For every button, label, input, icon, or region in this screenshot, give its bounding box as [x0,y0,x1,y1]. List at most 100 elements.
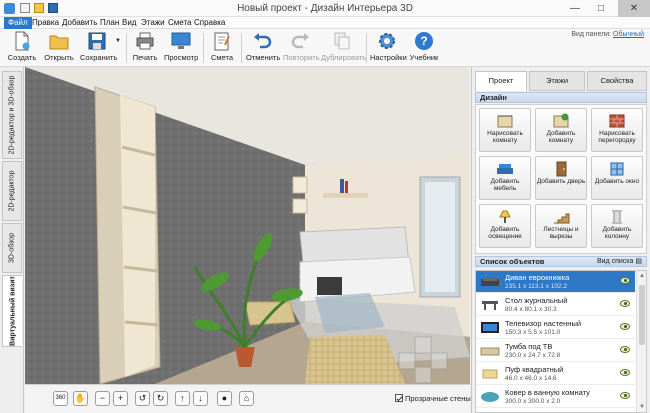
close-button[interactable]: ✕ [618,0,650,17]
right-panel: Проект Этажи Свойства Дизайн Нарисовать … [471,67,650,413]
lamp-icon [499,210,511,223]
menu-add[interactable]: Добавить [62,17,97,29]
scrollbar-thumb[interactable] [639,285,645,345]
save-dropdown-arrow[interactable]: ▼ [114,31,122,65]
settings-button[interactable]: Настройки [370,31,407,65]
stairs-icon [554,213,570,224]
design-section-header: Дизайн [475,92,647,103]
tab-3d-view[interactable]: 3D-обзор [2,223,22,273]
tab-floors[interactable]: Этажи [529,71,585,91]
toolbar-separator [366,33,367,63]
list-item[interactable]: Тумба под ТВ 230.0 x 24.7 x 72.8 [476,340,635,362]
add-door-button[interactable]: Добавить дверь [535,156,587,200]
tv-stand-thumbnail-icon [480,347,500,356]
save-button[interactable]: Сохранить [80,31,117,65]
add-lighting-button[interactable]: Добавить освещение [479,204,531,248]
transparent-walls-checkbox[interactable]: Прозрачные стены [395,394,471,403]
maximize-button[interactable]: □ [590,0,612,17]
window-icon [610,162,624,176]
duplicate-button[interactable]: Дублировать [321,31,366,65]
add-furniture-button[interactable]: Добавить мебель [479,156,531,200]
menu-bar: Файл Правка Добавить План Вид Этажи Смет… [0,17,650,29]
scroll-down-icon[interactable]: ▼ [639,404,645,410]
preview-button[interactable]: Просмотр [164,31,198,65]
3d-viewport[interactable] [25,67,470,384]
hand-pan-icon[interactable]: ✋ [73,391,88,406]
rotate-360-icon[interactable]: 360 [53,391,68,406]
visibility-eye-icon[interactable] [620,346,630,353]
zoom-out-icon[interactable]: − [95,391,110,406]
title-bar: Новый проект - Дизайн Интерьера 3D — □ ✕ [0,0,650,17]
menu-file[interactable]: Файл [4,17,32,29]
tilt-down-icon[interactable]: ↓ [193,391,208,406]
undo-button[interactable]: Отменить [246,31,280,65]
orbit-right-icon[interactable]: ↻ [153,391,168,406]
menu-floors[interactable]: Этажи [141,17,165,29]
tilt-up-icon[interactable]: ↑ [175,391,190,406]
home-icon[interactable]: ⌂ [239,391,254,406]
menu-edit[interactable]: Правка [32,17,59,29]
viewport-controls: 360 ✋ − + ↺ ↻ ↑ ↓ ● ⌂ Прозрачные стены [25,384,471,413]
list-view-link[interactable]: Вид списка ▤ [597,257,642,265]
minimize-button[interactable]: — [564,0,586,17]
list-item[interactable]: Пуф квадратный 46.0 x 46.0 x 14.6 [476,363,635,385]
panel-view-selector[interactable]: Вид панели: Обычный [571,31,644,38]
printer-icon [136,32,154,50]
estimate-button[interactable]: Смета [208,31,236,65]
list-item[interactable]: Диван еврокнижка 235.1 x 113.1 x 102.2 [476,271,635,293]
add-window-button[interactable]: Добавить окно [591,156,643,200]
tab-project[interactable]: Проект [475,71,527,91]
print-button[interactable]: Печать [130,31,160,65]
undo-icon [254,33,272,49]
toolbar-separator [203,33,204,63]
visibility-eye-icon[interactable] [620,369,630,376]
stairs-cutouts-button[interactable]: Лестницы и вырезы [535,204,587,248]
visibility-eye-icon[interactable] [620,300,630,307]
tutorial-button[interactable]: ? Учебник [408,31,440,65]
brick-wall-icon [609,114,625,128]
view-mode-tabs: 2D-редактор и 3D-обзор 2D-редактор 3D-об… [0,67,24,413]
menu-estimate[interactable]: Смета [168,17,191,29]
visibility-eye-icon[interactable] [620,277,630,284]
list-item[interactable]: Телевизор настенный 150.3 x 5.5 x 101.0 [476,317,635,339]
lightbulb-icon[interactable]: ● [217,391,232,406]
visibility-eye-icon[interactable] [620,392,630,399]
add-column-button[interactable]: Добавить колонну [591,204,643,248]
objects-list-scrollbar[interactable]: ▲ ▼ [636,271,646,412]
tab-2d-and-3d[interactable]: 2D-редактор и 3D-обзор [2,71,22,159]
menu-view[interactable]: Вид [122,17,136,29]
tab-virtual-visit[interactable]: Виртуальный визит [2,275,22,347]
list-item[interactable]: Стол журнальный 80.4 x 80.1 x 30.3 [476,294,635,316]
add-room-button[interactable]: Добавить комнату [535,108,587,152]
armchair-icon [497,164,513,174]
tab-properties[interactable]: Свойства [587,71,647,91]
menu-help[interactable]: Справка [194,17,225,29]
add-room-icon [553,113,569,128]
tab-2d-editor[interactable]: 2D-редактор [2,161,22,221]
notepad-icon [214,32,230,51]
open-button[interactable]: Открыть [42,31,76,65]
list-item[interactable]: Ковер в ванную комнату 300.0 x 300.0 x 2… [476,386,635,408]
scroll-up-icon[interactable]: ▲ [639,273,645,279]
menu-plan[interactable]: План [100,17,119,29]
draw-partition-button[interactable]: Нарисовать перегородку [591,108,643,152]
draw-room-button[interactable]: Нарисовать комнату [479,108,531,152]
floppy-disk-icon [88,32,106,50]
panel-view-label: Вид панели: [571,31,612,38]
checkbox-checked-icon[interactable] [395,394,403,402]
visibility-eye-icon[interactable] [620,323,630,330]
panel-view-link[interactable]: Обычный [613,31,644,38]
panel-tabs: Проект Этажи Свойства [472,69,650,91]
help-icon: ? [415,32,433,50]
window-title: Новый проект - Дизайн Интерьера 3D [237,3,413,14]
zoom-in-icon[interactable]: + [113,391,128,406]
monitor-icon [171,32,191,49]
transparent-walls-label: Прозрачные стены [405,394,471,403]
pouf-thumbnail-icon [482,369,498,379]
column-icon [612,210,622,224]
toolbar-separator [241,33,242,63]
sofa-thumbnail-icon [481,277,499,286]
create-button[interactable]: Создать [6,31,38,65]
orbit-left-icon[interactable]: ↺ [135,391,150,406]
redo-button[interactable]: Повторить [283,31,320,65]
